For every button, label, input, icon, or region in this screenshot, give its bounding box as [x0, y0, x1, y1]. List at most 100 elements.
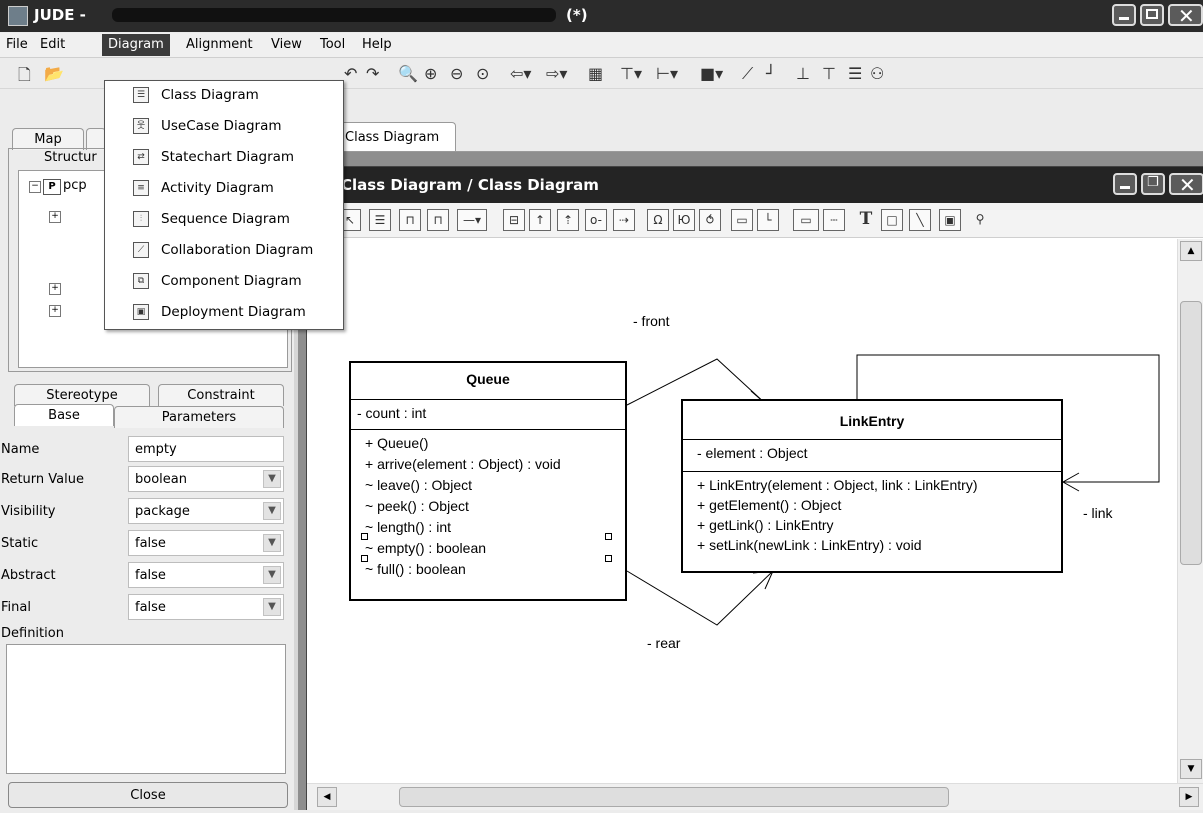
vertical-scrollbar[interactable]: ▲ ▼ — [1177, 239, 1203, 787]
redo-icon[interactable]: ↷ — [366, 64, 379, 83]
menu-item-usecase-diagram[interactable]: 웃 UseCase Diagram — [105, 112, 343, 142]
chevron-down-icon[interactable]: ▼ — [263, 534, 281, 552]
linkentry-operation[interactable]: + getLink() : LinkEntry — [697, 517, 834, 533]
static-select[interactable]: false ▼ — [128, 530, 284, 556]
zoom-icon[interactable]: 🔍 — [398, 64, 418, 83]
diagram-restore-button[interactable]: ❐ — [1141, 173, 1165, 195]
tree-layout-icon[interactable]: ⊥ — [796, 64, 810, 83]
chevron-down-icon[interactable]: ▼ — [263, 502, 281, 520]
vertical-scroll-thumb[interactable] — [1180, 301, 1202, 565]
linkentry-operation[interactable]: + setLink(newLink : LinkEntry) : void — [697, 537, 922, 553]
line-tool-icon[interactable]: ╲ — [909, 209, 931, 231]
linkentry-attribute[interactable]: - element : Object — [697, 445, 808, 461]
tab-base[interactable]: Base — [14, 404, 114, 426]
menu-item-sequence-diagram[interactable]: ⫶ Sequence Diagram — [105, 205, 343, 235]
network-icon[interactable]: ⚇ — [870, 64, 884, 83]
subsystem-tool-icon[interactable]: ⊓ — [427, 209, 449, 231]
zoom-fit-icon[interactable]: ⊙ — [476, 64, 489, 83]
new-file-icon[interactable]: 🗋 — [18, 64, 31, 91]
definition-textarea[interactable] — [6, 644, 286, 774]
scroll-up-icon[interactable]: ▲ — [1180, 241, 1202, 261]
chevron-down-icon[interactable]: ▼ — [263, 598, 281, 616]
note-anchor-tool-icon[interactable]: ┄ — [823, 209, 845, 231]
menu-item-class-diagram[interactable]: ☰ Class Diagram — [105, 81, 343, 111]
diagram-minimize-button[interactable] — [1113, 173, 1137, 195]
queue-operation[interactable]: ~ peek() : Object — [365, 498, 469, 514]
tab-stereotype[interactable]: Stereotype — [14, 384, 150, 406]
menu-item-activity-diagram[interactable]: ≡ Activity Diagram — [105, 174, 343, 204]
menu-diagram[interactable]: Diagram — [102, 34, 170, 56]
rear-association[interactable] — [626, 570, 774, 626]
maximize-button[interactable] — [1140, 4, 1164, 26]
diagram-close-button[interactable]: ✕ — [1169, 173, 1203, 197]
menu-alignment[interactable]: Alignment — [186, 37, 253, 52]
visibility-select[interactable]: package ▼ — [128, 498, 284, 524]
link-role-label[interactable]: - link — [1083, 505, 1113, 521]
object-tool-icon[interactable]: ▭ — [731, 209, 753, 231]
queue-operation[interactable]: ~ leave() : Object — [365, 477, 472, 493]
menu-item-statechart-diagram[interactable]: ⇄ Statechart Diagram — [105, 143, 343, 173]
final-select[interactable]: false ▼ — [128, 594, 284, 620]
menu-help[interactable]: Help — [362, 37, 392, 52]
linkentry-operation[interactable]: + LinkEntry(element : Object, link : Lin… — [697, 477, 978, 493]
interface-link-tool-icon[interactable]: o- — [585, 209, 607, 231]
back-icon[interactable]: ⇦▾ — [510, 64, 531, 83]
association-tool-icon[interactable]: —▾ — [457, 209, 487, 231]
queue-operation[interactable]: + arrive(element : Object) : void — [365, 456, 561, 472]
scroll-right-icon[interactable]: ▶ — [1179, 787, 1199, 807]
selection-handle[interactable] — [605, 555, 612, 562]
realization-tool-icon[interactable]: ⇡ — [557, 209, 579, 231]
menu-file[interactable]: File — [6, 37, 28, 52]
linkentry-class[interactable]: LinkEntry - element : Object + LinkEntry… — [681, 399, 1063, 573]
rectilinear-icon[interactable]: ┘ — [766, 64, 776, 83]
association-class-tool-icon[interactable]: ⊟ — [503, 209, 525, 231]
rectangle-tool-icon[interactable]: □ — [881, 209, 903, 231]
menu-edit[interactable]: Edit — [40, 37, 65, 52]
class-tool-icon[interactable]: ☰ — [369, 209, 391, 231]
front-role-label[interactable]: - front — [633, 313, 670, 329]
undo-icon[interactable]: ↶ — [344, 64, 357, 83]
queue-operation[interactable]: ~ full() : boolean — [365, 561, 466, 577]
tree-expand-icon[interactable]: + — [49, 283, 61, 295]
chevron-down-icon[interactable]: ▼ — [263, 470, 281, 488]
zoom-in-icon[interactable]: ⊕ — [424, 64, 437, 83]
text-tool-icon[interactable]: T — [855, 209, 877, 231]
link-tool-icon[interactable]: └ — [757, 209, 779, 231]
image-tool-icon[interactable]: ▣ — [939, 209, 961, 231]
name-field[interactable]: empty — [128, 436, 284, 462]
line-style-icon[interactable]: ⟋ — [742, 64, 753, 84]
tab-parameters[interactable]: Parameters — [114, 406, 284, 428]
tree-expand-icon[interactable]: + — [49, 211, 61, 223]
entity-tool-icon[interactable]: ⥀ — [699, 209, 721, 231]
generalization-tool-icon[interactable]: ↑ — [529, 209, 551, 231]
selection-handle[interactable] — [605, 533, 612, 540]
dependency-tool-icon[interactable]: ⇢ — [613, 209, 635, 231]
scroll-left-icon[interactable]: ◀ — [317, 787, 337, 807]
queue-attribute[interactable]: - count : int — [357, 405, 426, 421]
tab-map[interactable]: Map — [12, 128, 84, 150]
tab-class-diagram[interactable]: Class Diagram — [334, 122, 456, 153]
queue-operation[interactable]: ~ empty() : boolean — [365, 540, 486, 556]
align-top-icon[interactable]: ⊤▾ — [620, 64, 642, 83]
selection-handle[interactable] — [361, 555, 368, 562]
tree-expand-icon[interactable]: + — [49, 305, 61, 317]
minimize-button[interactable] — [1112, 4, 1136, 26]
queue-operation[interactable]: + Queue() — [365, 435, 428, 451]
note-tool-icon[interactable]: ▭ — [793, 209, 819, 231]
chevron-down-icon[interactable]: ▼ — [263, 566, 281, 584]
abstract-select[interactable]: false ▼ — [128, 562, 284, 588]
return-value-select[interactable]: boolean ▼ — [128, 466, 284, 492]
horizontal-scrollbar[interactable]: ◀ ▶ — [307, 783, 1203, 810]
pin-tool-icon[interactable]: ⚲ — [969, 209, 991, 231]
menu-item-collaboration-diagram[interactable]: ⟋ Collaboration Diagram — [105, 236, 343, 266]
selection-handle[interactable] — [361, 533, 368, 540]
tab-constraint[interactable]: Constraint — [158, 384, 284, 406]
grid-icon[interactable]: ▦ — [588, 64, 603, 83]
package-tool-icon[interactable]: ⊓ — [399, 209, 421, 231]
scroll-down-icon[interactable]: ▼ — [1180, 759, 1202, 779]
open-file-icon[interactable]: 📂 — [44, 64, 64, 83]
rear-role-label[interactable]: - rear — [647, 635, 680, 651]
tab-hidden[interactable] — [86, 128, 106, 150]
close-button[interactable]: Close — [8, 782, 288, 808]
menu-view[interactable]: View — [271, 37, 302, 52]
